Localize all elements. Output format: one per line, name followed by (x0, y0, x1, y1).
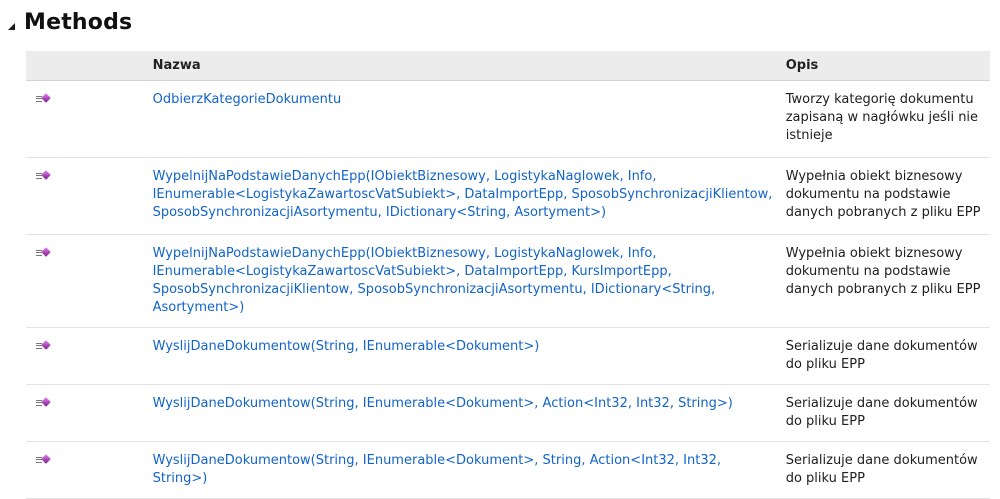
table-row: WyslijDaneDokumentow(String, IEnumerable… (26, 441, 990, 499)
table-row: WyslijDaneDokumentow(String, IEnumerable… (26, 384, 990, 442)
table-row: WypelnijNaPodstawieDanychEpp(IObiektBizn… (26, 157, 990, 235)
method-link[interactable]: OdbierzKategorieDokumentu (153, 92, 342, 107)
section-title: Methods (24, 9, 133, 35)
header-icon-column (26, 51, 153, 81)
public-method-icon (36, 170, 52, 182)
method-link[interactable]: WyslijDaneDokumentow(String, IEnumerable… (153, 453, 721, 486)
collapse-triangle-icon[interactable] (8, 22, 15, 30)
table-row: WyslijDaneDokumentow(String, IEnumerable… (26, 327, 990, 385)
header-description-column: Opis (785, 51, 990, 81)
table-row: WypelnijNaPodstawieDanychEpp(IObiektBizn… (26, 234, 990, 328)
method-link[interactable]: WypelnijNaPodstawieDanychEpp(IObiektBizn… (153, 169, 773, 220)
public-method-icon (36, 397, 52, 409)
method-description: Wypełnia obiekt biznesowy dokumentu na p… (785, 157, 990, 235)
methods-table: Nazwa Opis OdbierzKategorieDokumentu Two… (26, 51, 990, 499)
method-link[interactable]: WyslijDaneDokumentow(String, IEnumerable… (153, 339, 540, 354)
public-method-icon (36, 247, 52, 259)
method-description: Serializuje dane dokumentów do pliku EPP (785, 327, 990, 385)
public-method-icon (36, 454, 52, 466)
methods-section-header[interactable]: Methods (8, 7, 132, 37)
public-method-icon (36, 340, 52, 352)
header-name-column: Nazwa (152, 51, 786, 81)
method-description: Tworzy kategorię dokumentu zapisaną w na… (785, 80, 990, 158)
method-link[interactable]: WypelnijNaPodstawieDanychEpp(IObiektBizn… (153, 246, 716, 315)
table-row: OdbierzKategorieDokumentu Tworzy kategor… (26, 80, 990, 158)
method-link[interactable]: WyslijDaneDokumentow(String, IEnumerable… (153, 396, 733, 411)
public-method-icon (36, 93, 52, 105)
table-header-row: Nazwa Opis (26, 51, 990, 81)
method-description: Wypełnia obiekt biznesowy dokumentu na p… (785, 234, 990, 328)
method-description: Serializuje dane dokumentów do pliku EPP (785, 384, 990, 442)
method-description: Serializuje dane dokumentów do pliku EPP (785, 441, 990, 499)
